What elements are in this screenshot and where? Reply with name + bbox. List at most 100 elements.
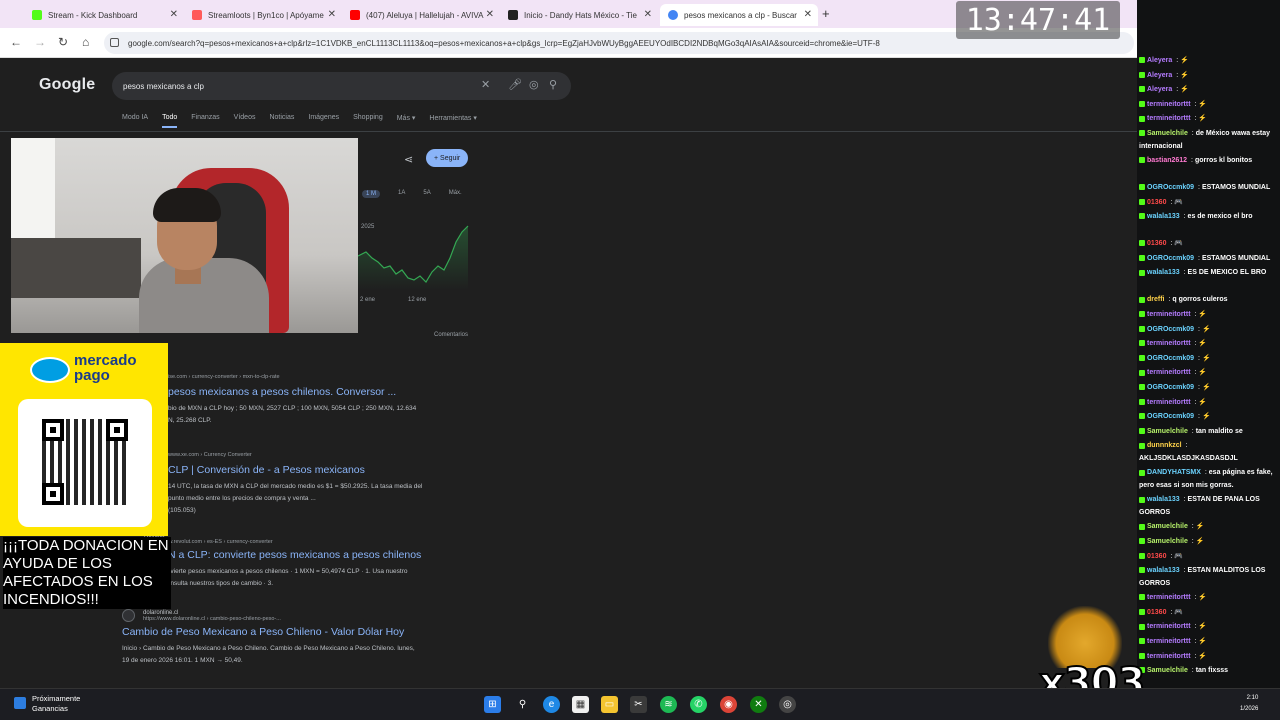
chat-username[interactable]: Samuelchile xyxy=(1147,523,1188,530)
chat-username[interactable]: walala133 xyxy=(1147,567,1180,574)
close-tab-icon[interactable]: ✕ xyxy=(328,9,336,20)
chat-username[interactable]: walala133 xyxy=(1147,269,1180,276)
stream-chat: Aleyera : ⚡ Aleyera : ⚡ Aleyera : ⚡ termine… xyxy=(1137,0,1280,720)
file-explorer-icon[interactable]: ▭ xyxy=(601,696,618,713)
chat-username[interactable]: termineitorttt xyxy=(1147,399,1191,406)
widgets-button[interactable]: Próximamente Ganancias xyxy=(14,694,80,714)
lens-search-icon[interactable]: ◎ xyxy=(529,78,539,91)
tab-todo[interactable]: Todo xyxy=(162,114,178,128)
comments-link[interactable]: Comentarios xyxy=(434,332,468,338)
tab-noticias[interactable]: Noticias xyxy=(269,114,294,128)
home-icon[interactable]: ⌂ xyxy=(82,35,89,49)
site-info-icon[interactable] xyxy=(110,38,119,47)
spotify-icon[interactable]: ≋ xyxy=(660,696,677,713)
share-icon[interactable]: ⋖ xyxy=(404,153,413,166)
chat-username[interactable]: 01360 xyxy=(1147,199,1166,206)
google-favicon-icon xyxy=(668,10,678,20)
chat-username[interactable]: walala133 xyxy=(1147,496,1180,503)
search-icon[interactable]: ⚲ xyxy=(549,78,557,91)
xbox-icon[interactable]: ✕ xyxy=(750,696,767,713)
start-icon[interactable]: ⊞ xyxy=(484,696,501,713)
chat-username[interactable]: OGROccmk09 xyxy=(1147,355,1194,362)
chat-username[interactable]: 01360 xyxy=(1147,609,1166,616)
tab-google-search[interactable]: pesos mexicanos a clp - Buscar ✕ xyxy=(660,4,818,26)
voice-search-icon[interactable]: 🎤︎ xyxy=(508,78,522,91)
chat-username[interactable]: termineitorttt xyxy=(1147,369,1191,376)
result-url[interactable]: https://www.dolaronline.cl › cambio-peso… xyxy=(143,616,281,622)
chat-username[interactable]: dunnnkzcl xyxy=(1147,442,1182,449)
chat-username[interactable]: 01360 xyxy=(1147,553,1166,560)
result-title[interactable]: N a CLP: convierte pesos mexicanos a pes… xyxy=(168,549,472,561)
chat-username[interactable]: OGROccmk09 xyxy=(1147,184,1194,191)
tab-youtube-aleluya[interactable]: (407) Aleluya | Hallelujah - AVIVA ✕ xyxy=(342,4,500,26)
chat-username[interactable]: termineitorttt xyxy=(1147,653,1191,660)
chat-username[interactable]: termineitorttt xyxy=(1147,623,1191,630)
chrome-icon[interactable]: ◉ xyxy=(720,696,737,713)
chat-username[interactable]: Aleyera xyxy=(1147,57,1172,64)
snipping-tool-icon[interactable]: ✂ xyxy=(630,696,647,713)
chat-username[interactable]: 01360 xyxy=(1147,240,1166,247)
tab-shopping[interactable]: Shopping xyxy=(353,114,383,128)
range-max[interactable]: Máx. xyxy=(449,190,462,198)
tab-mas[interactable]: Más ▾ xyxy=(397,114,416,128)
close-tab-icon[interactable]: ✕ xyxy=(644,9,652,20)
range-5a[interactable]: 5A xyxy=(423,190,430,198)
chart-area xyxy=(358,226,468,290)
range-1a[interactable]: 1A xyxy=(398,190,405,198)
chat-username[interactable]: OGROccmk09 xyxy=(1147,384,1194,391)
range-1m[interactable]: 1 M xyxy=(362,190,381,198)
back-icon[interactable]: ← xyxy=(10,35,22,49)
close-tab-icon[interactable]: ✕ xyxy=(170,9,178,20)
chat-username[interactable]: OGROccmk09 xyxy=(1147,326,1194,333)
result-url[interactable]: www.xe.com › Currency Converter xyxy=(168,452,518,458)
chat-username[interactable]: bastian2612 xyxy=(1147,157,1187,164)
close-tab-icon[interactable]: ✕ xyxy=(804,9,812,20)
search-input[interactable]: pesos mexicanos a clp ✕ 🎤︎ ◎ ⚲ xyxy=(112,72,571,100)
follow-button[interactable]: + Seguir xyxy=(426,149,469,167)
search-taskbar-icon[interactable]: ⚲ xyxy=(514,696,531,713)
chat-username[interactable]: termineitorttt xyxy=(1147,311,1191,318)
chat-username[interactable]: Samuelchile xyxy=(1147,667,1188,674)
obs-icon[interactable]: ◎ xyxy=(779,696,796,713)
new-tab-icon[interactable]: + xyxy=(822,6,830,21)
result-title[interactable]: Cambio de Peso Mexicano a Peso Chileno -… xyxy=(122,626,482,638)
result-title[interactable]: CLP | Conversión de - a Pesos mexicanos xyxy=(168,464,518,476)
chat-username[interactable]: termineitorttt xyxy=(1147,594,1191,601)
tab-videos[interactable]: Vídeos xyxy=(234,114,256,128)
reload-icon[interactable]: ↻ xyxy=(58,35,68,49)
chat-username[interactable]: Aleyera xyxy=(1147,72,1172,79)
tab-streamloots[interactable]: Streamloots | Byn1co | Apóyame ✕ xyxy=(184,4,342,26)
system-clock[interactable]: 2:10 1/2026 xyxy=(1240,693,1258,715)
forward-icon[interactable]: → xyxy=(34,35,46,49)
store-icon[interactable]: ▦ xyxy=(572,696,589,713)
chat-username[interactable]: dreffi xyxy=(1147,296,1165,303)
chat-username[interactable]: walala133 xyxy=(1147,213,1180,220)
chat-username[interactable]: Aleyera xyxy=(1147,86,1172,93)
result-title[interactable]: pesos mexicanos a pesos chilenos. Conver… xyxy=(168,386,518,398)
chat-username[interactable]: termineitorttt xyxy=(1147,101,1191,108)
chat-username[interactable]: Samuelchile xyxy=(1147,130,1188,137)
whatsapp-icon[interactable]: ✆ xyxy=(690,696,707,713)
edge-icon[interactable]: e xyxy=(543,696,560,713)
chat-username[interactable]: DANDYHATSMX xyxy=(1147,469,1201,476)
clear-search-icon[interactable]: ✕ xyxy=(481,78,490,91)
chat-username[interactable]: Samuelchile xyxy=(1147,428,1188,435)
result-url[interactable]: https://www.revolut.com › es-ES › curren… xyxy=(144,539,472,545)
close-tab-icon[interactable]: ✕ xyxy=(486,9,494,20)
screen: Stream - Kick Dashboard ✕ Streamloots | … xyxy=(0,0,1280,720)
tab-finanzas[interactable]: Finanzas xyxy=(191,114,219,128)
chat-username[interactable]: OGROccmk09 xyxy=(1147,413,1194,420)
tab-kick-dashboard[interactable]: Stream - Kick Dashboard ✕ xyxy=(24,4,184,26)
tab-modo-ia[interactable]: Modo IA xyxy=(122,114,148,128)
google-logo[interactable]: Google xyxy=(39,76,95,94)
tab-herramientas[interactable]: Herramientas ▾ xyxy=(429,114,476,128)
chat-username[interactable]: termineitorttt xyxy=(1147,340,1191,347)
chat-username[interactable]: Samuelchile xyxy=(1147,538,1188,545)
chat-username[interactable]: termineitorttt xyxy=(1147,638,1191,645)
tab-imagenes[interactable]: Imágenes xyxy=(308,114,339,128)
chat-username[interactable]: OGROccmk09 xyxy=(1147,255,1194,262)
chat-username[interactable]: termineitorttt xyxy=(1147,115,1191,122)
tab-dandy-hats[interactable]: Inicio - Dandy Hats México - Tie ✕ xyxy=(500,4,658,26)
chat-message: termineitorttt : ⚡ xyxy=(1139,308,1279,321)
result-url[interactable]: ise.com › currency-converter › mxn-to-cl… xyxy=(168,374,518,380)
